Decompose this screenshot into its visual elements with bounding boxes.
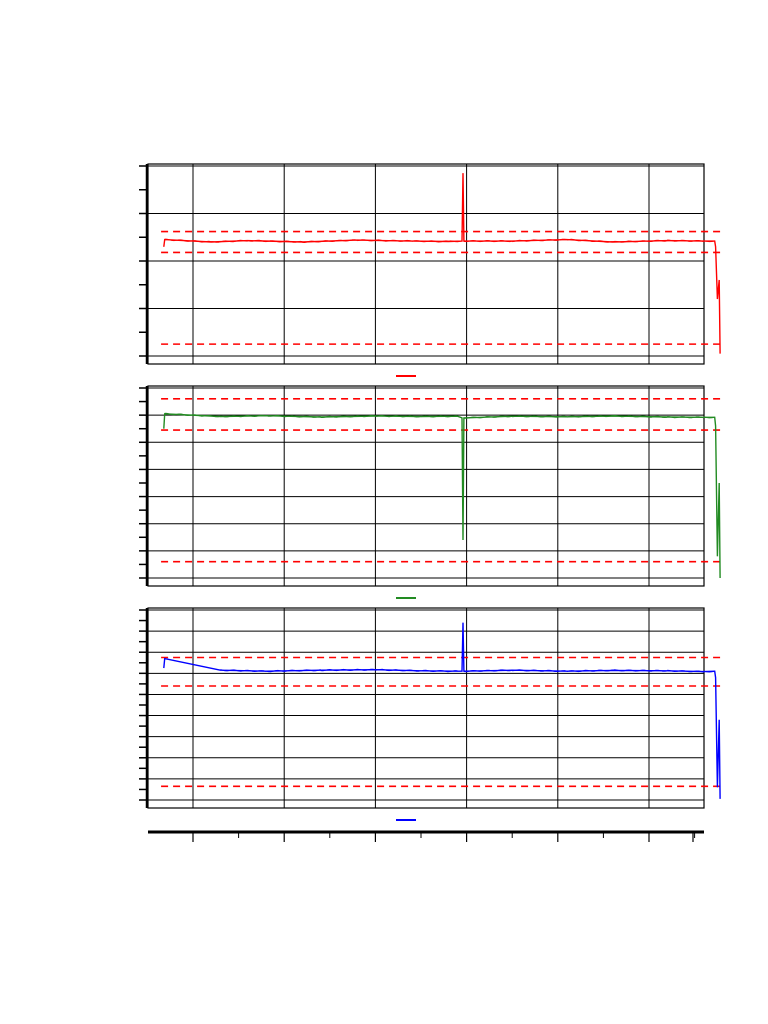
plot-frame <box>147 607 705 809</box>
series-line <box>163 413 721 579</box>
chart-canvas <box>139 163 722 842</box>
series-line <box>163 173 721 354</box>
plot-frame <box>147 163 705 365</box>
series-noise <box>566 238 613 243</box>
series-line <box>163 622 721 799</box>
